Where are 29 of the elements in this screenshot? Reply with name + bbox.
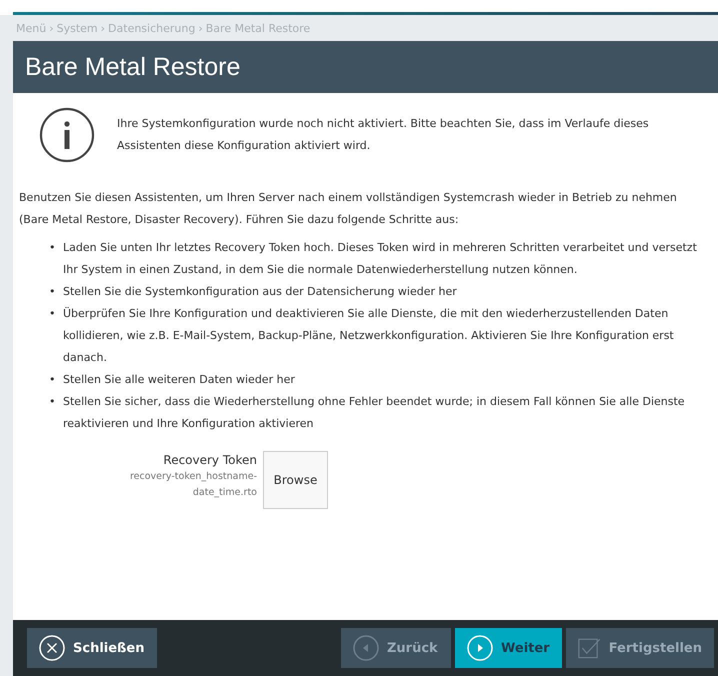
breadcrumb-link[interactable]: System — [56, 22, 98, 34]
bullet: • — [49, 284, 56, 300]
notice-text: Ihre Systemkonfiguration wurde noch nicht aktiviert. Bitte beachten Sie, dass im Verlaufe dieses Assistenten diese Konfiguration aktiviert wird. — [117, 116, 650, 154]
close-icon — [39, 635, 65, 661]
upload-hint: recovery-token_hostname-date_time.rto — [128, 470, 257, 500]
browse-button[interactable]: Browse — [263, 451, 328, 509]
page-title: Bare Metal Restore — [13, 41, 718, 93]
breadcrumb-link[interactable]: Bare Metal Restore — [206, 22, 310, 34]
bullet: • — [49, 394, 56, 410]
step-item: Stellen Sie alle weiteren Daten wieder her — [63, 372, 295, 388]
info-icon — [39, 107, 95, 163]
back-icon — [353, 635, 379, 661]
step-item: Laden Sie unten Ihr letztes Recovery Token hoch. Dieses Token wird in mehreren Schritten verarbeitet und versetzt Ihr System in einen Zustand, in dem Sie die normale Datenwiederherstellung nutzen können. — [63, 240, 698, 278]
breadcrumb-separator: › — [198, 22, 203, 34]
bullet: • — [49, 240, 56, 256]
step-item: Überprüfen Sie Ihre Konfiguration und deaktivieren Sie alle Dienste, die mit den wiederherzustellenden Daten kollidieren, wie z.B. E-Mail-System, Backup-Pläne, Netzwerkkonfiguration. Aktivieren Sie Ihre Konfiguration erst danach. — [63, 306, 675, 366]
intro-text: Benutzen Sie diesen Assistenten, um Ihren Server nach einem vollständigen Systemcrash wieder in Betrieb zu nehmen (Bare Metal Restore, Disaster Recovery). Führen Sie dazu folgende Schritte aus: — [19, 190, 678, 228]
upload-label: Recovery Token — [163, 452, 257, 469]
next-icon — [467, 635, 493, 661]
step-item: Stellen Sie die Systemkonfiguration aus der Datensicherung wieder her — [63, 284, 457, 300]
step-item: Stellen Sie sicher, dass die Wiederherstellung ohne Fehler beendet wurde; in diesem Fall können Sie alle Dienste reaktivieren und Ihre Konfiguration aktivieren — [63, 394, 686, 432]
next-button[interactable]: Weiter — [455, 628, 562, 668]
bullet: • — [49, 372, 56, 388]
breadcrumb-link[interactable]: Datensicherung — [108, 22, 196, 34]
breadcrumb-separator: › — [49, 22, 54, 34]
breadcrumb-link[interactable]: Menü — [16, 22, 46, 34]
bullet: • — [49, 306, 56, 322]
breadcrumb-separator: › — [100, 22, 106, 34]
close-button[interactable]: Schließen — [27, 628, 157, 668]
